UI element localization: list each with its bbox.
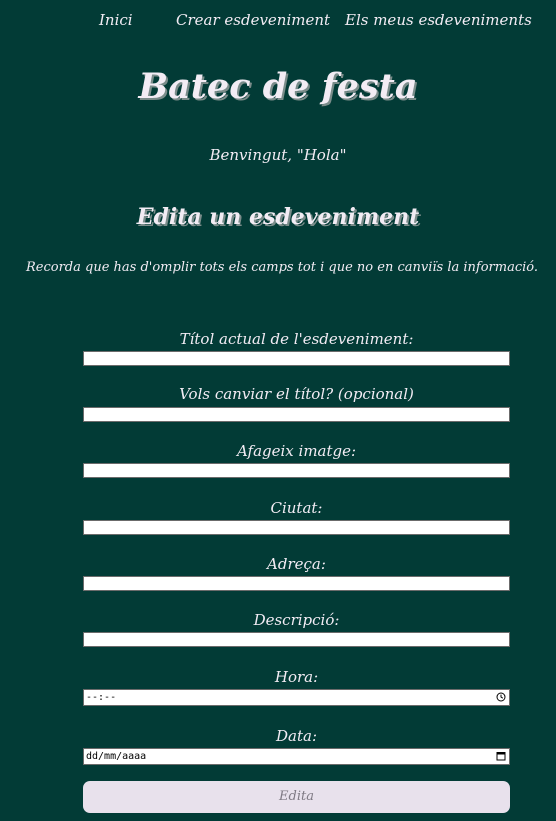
current-title-label: Títol actual de l'esdeveniment: <box>179 330 414 348</box>
page-title: Edita un esdeveniment <box>136 204 420 230</box>
description-label: Descripció: <box>253 611 340 629</box>
image-label: Afageix imatge: <box>236 442 357 460</box>
description-input[interactable] <box>83 632 510 647</box>
new-title-input[interactable] <box>83 407 510 422</box>
address-input[interactable] <box>83 576 510 591</box>
site-title: Batec de festa <box>138 66 418 107</box>
time-input[interactable]: --:-- <box>83 689 510 706</box>
time-value: --:-- <box>86 692 117 703</box>
form-notice: Recorda que has d'omplir tots els camps … <box>26 260 538 275</box>
city-input[interactable] <box>83 520 510 535</box>
nav-link-crear-esdeveniment[interactable]: Crear esdeveniment <box>176 9 330 31</box>
time-label: Hora: <box>274 668 319 686</box>
main-nav: Inici Crear esdeveniment Els meus esdeve… <box>0 9 556 33</box>
date-input[interactable]: dd/mm/aaaa <box>83 748 510 765</box>
date-label: Data: <box>276 727 317 745</box>
new-title-label: Vols canviar el títol? (opcional) <box>179 385 414 403</box>
current-title-input[interactable] <box>83 351 510 366</box>
clock-icon[interactable] <box>496 692 506 702</box>
address-label: Adreça: <box>267 555 326 573</box>
nav-link-inici[interactable]: Inici <box>99 9 133 31</box>
calendar-icon[interactable] <box>496 751 506 761</box>
image-input[interactable] <box>83 463 510 478</box>
nav-link-els-meus-esdeveniments[interactable]: Els meus esdeveniments <box>345 9 532 31</box>
city-label: Ciutat: <box>270 499 323 517</box>
date-value: dd/mm/aaaa <box>86 751 147 762</box>
edit-button[interactable]: Edita <box>83 781 510 813</box>
welcome-message: Benvingut, "Hola" <box>209 146 347 164</box>
